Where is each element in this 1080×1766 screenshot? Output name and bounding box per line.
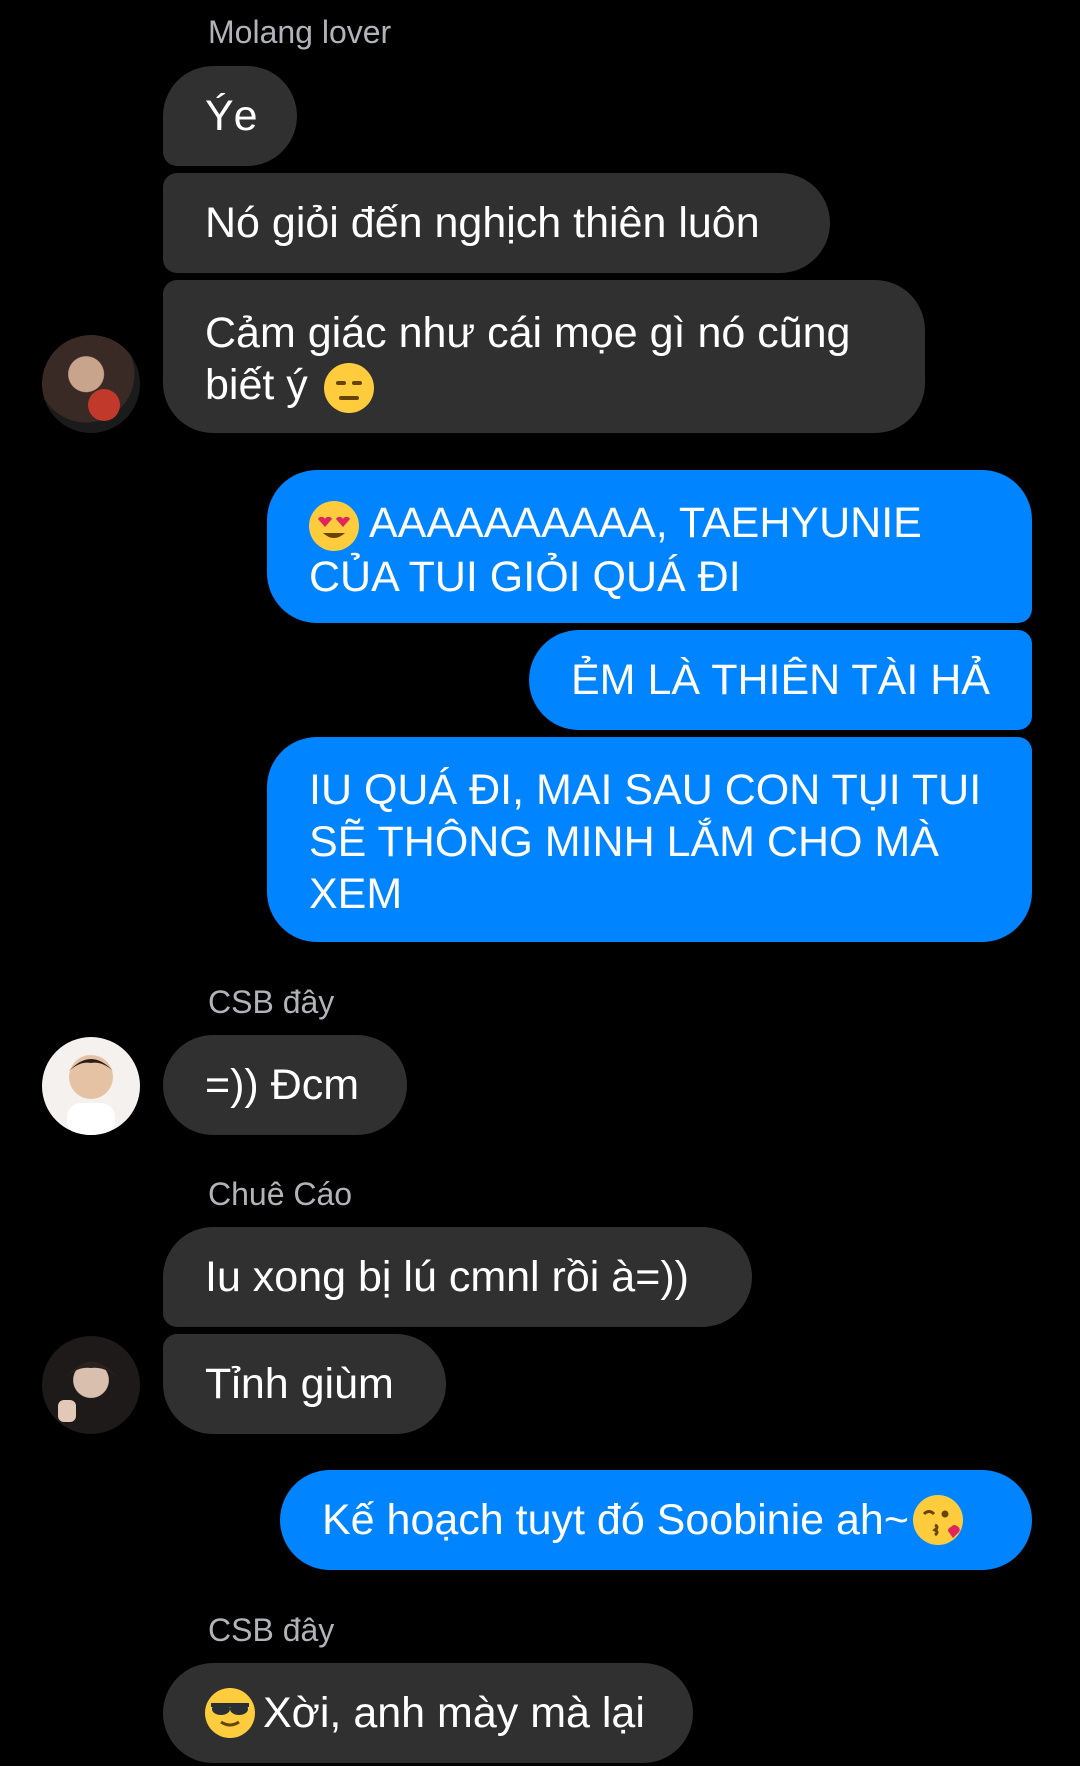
message-text: AAAAAAAAAA, TAEHYUNIE CỦA TUI GIỎI QUÁ Đ… bbox=[309, 499, 934, 601]
message-bubble[interactable]: Xời, anh mày mà lại bbox=[163, 1663, 693, 1763]
sender-name: Molang lover bbox=[208, 14, 392, 50]
message-text: IU QUÁ ĐI, MAI SAU CON TỤI TUI SẼ THÔNG … bbox=[309, 766, 994, 918]
message-text: Cảm giác như cái mọe gì nó cũng biết ý bbox=[205, 309, 863, 409]
message-text: =)) Đcm bbox=[205, 1061, 360, 1109]
face-blowing-kiss-emoji-icon bbox=[912, 1495, 963, 1545]
heart-eyes-emoji-icon bbox=[309, 500, 359, 551]
expressionless-face-emoji-icon bbox=[323, 362, 374, 413]
avatar[interactable] bbox=[42, 1336, 140, 1434]
message-bubble[interactable]: Tỉnh giùm bbox=[163, 1334, 446, 1434]
message-text: Xời, anh mày mà lại bbox=[263, 1689, 645, 1737]
message-text: Ýe bbox=[205, 92, 258, 140]
avatar[interactable] bbox=[42, 335, 140, 433]
message-bubble[interactable]: =)) Đcm bbox=[163, 1035, 407, 1135]
message-text-wrap: Cảm giác như cái mọe gì nó cũng biết ý bbox=[205, 307, 883, 413]
message-text: Nó giỏi đến nghịch thiên luôn bbox=[205, 199, 760, 247]
message-text: ẺM LÀ THIÊN TÀI HẢ bbox=[571, 656, 990, 704]
message-bubble[interactable]: Ýe bbox=[163, 66, 297, 166]
sender-name: CSB đây bbox=[208, 984, 335, 1020]
message-text: Iu xong bị lú cmnl rồi à=)) bbox=[205, 1253, 689, 1301]
message-text-wrap: AAAAAAAAAA, TAEHYUNIE CỦA TUI GIỎI QUÁ Đ… bbox=[309, 497, 990, 603]
message-bubble[interactable]: IU QUÁ ĐI, MAI SAU CON TỤI TUI SẼ THÔNG … bbox=[267, 737, 1032, 942]
message-bubble[interactable]: Nó giỏi đến nghịch thiên luôn bbox=[163, 173, 830, 273]
sender-name: CSB đây bbox=[208, 1612, 335, 1648]
message-bubble[interactable]: ẺM LÀ THIÊN TÀI HẢ bbox=[529, 630, 1032, 730]
message-text: Kế hoạch tuyt đó Soobinie ah~ bbox=[322, 1496, 909, 1544]
message-bubble[interactable]: AAAAAAAAAA, TAEHYUNIE CỦA TUI GIỎI QUÁ Đ… bbox=[267, 470, 1032, 623]
message-bubble[interactable]: Iu xong bị lú cmnl rồi à=)) bbox=[163, 1227, 752, 1327]
message-bubble[interactable]: Kế hoạch tuyt đó Soobinie ah~ bbox=[280, 1470, 1032, 1570]
avatar[interactable] bbox=[42, 1037, 140, 1135]
message-bubble[interactable]: Cảm giác như cái mọe gì nó cũng biết ý bbox=[163, 280, 925, 433]
sunglasses-face-emoji-icon bbox=[205, 1688, 255, 1738]
message-text: Tỉnh giùm bbox=[205, 1360, 394, 1408]
sender-name: Chuê Cáo bbox=[208, 1176, 353, 1212]
